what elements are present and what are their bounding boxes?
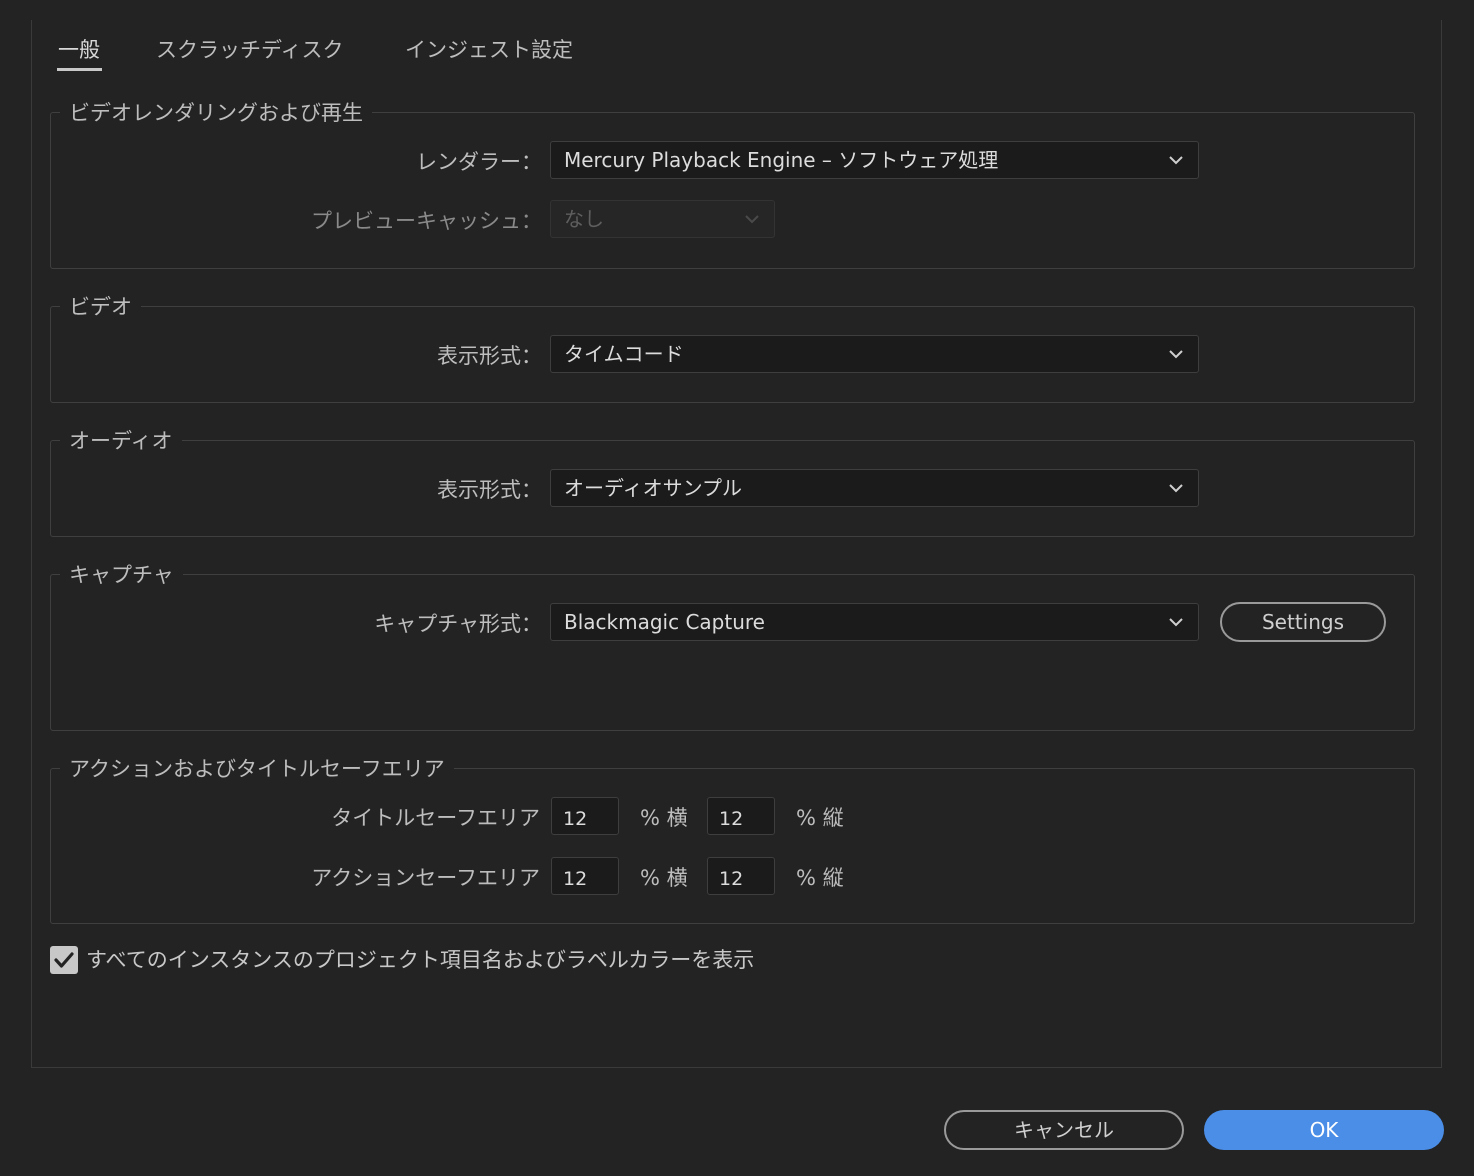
capture-format-select[interactable]: Blackmagic Capture xyxy=(550,603,1199,641)
preview-cache-label: プレビューキャッシュ： xyxy=(311,209,542,233)
rendering-group-title: ビデオレンダリングおよび再生 xyxy=(60,97,372,127)
renderer-label: レンダラー： xyxy=(416,150,542,174)
action-safe-horizontal-unit: % 横 xyxy=(640,866,688,890)
preview-cache-value: なし xyxy=(564,207,604,231)
audio-group-title: オーディオ xyxy=(60,425,182,455)
capture-format-value: Blackmagic Capture xyxy=(564,610,765,634)
chevron-down-icon xyxy=(1166,150,1186,170)
show-labels-checkbox-label[interactable]: すべてのインスタンスのプロジェクト項目名およびラベルカラーを表示 xyxy=(86,944,754,974)
tab-ingest-settings[interactable]: インジェスト設定 xyxy=(405,34,573,64)
chevron-down-icon xyxy=(1166,344,1186,364)
video-display-format-value: タイムコード xyxy=(564,342,684,366)
checkmark-icon xyxy=(54,952,74,968)
audio-display-format-label: 表示形式： xyxy=(437,478,542,502)
active-tab-indicator xyxy=(57,68,102,71)
video-display-format-select[interactable]: タイムコード xyxy=(550,335,1199,373)
action-safe-vertical-unit: % 縦 xyxy=(796,866,844,890)
ok-button[interactable]: OK xyxy=(1204,1110,1444,1150)
preview-cache-select: なし xyxy=(550,200,775,238)
chevron-down-icon xyxy=(742,209,762,229)
safe-area-group-title: アクションおよびタイトルセーフエリア xyxy=(60,753,454,783)
action-safe-vertical-input[interactable]: 12 xyxy=(707,857,775,895)
action-safe-label: アクションセーフエリア xyxy=(311,866,540,890)
renderer-select[interactable]: Mercury Playback Engine – ソフトウェア処理 xyxy=(550,141,1199,179)
capture-format-label: キャプチャ形式： xyxy=(374,612,542,636)
capture-settings-button[interactable]: Settings xyxy=(1220,602,1386,642)
audio-display-format-value: オーディオサンプル xyxy=(564,476,742,500)
capture-group-title: キャプチャ xyxy=(60,559,183,589)
tab-scratch-disks[interactable]: スクラッチディスク xyxy=(156,34,344,64)
title-safe-horizontal-unit: % 横 xyxy=(640,806,688,830)
audio-display-format-select[interactable]: オーディオサンプル xyxy=(550,469,1199,507)
video-display-format-label: 表示形式： xyxy=(437,344,542,368)
show-labels-checkbox[interactable] xyxy=(50,946,78,974)
cancel-button[interactable]: キャンセル xyxy=(944,1110,1184,1150)
safe-area-group xyxy=(50,768,1415,924)
title-safe-label: タイトルセーフエリア xyxy=(331,806,540,830)
rendering-group xyxy=(50,112,1415,269)
action-safe-horizontal-input[interactable]: 12 xyxy=(551,857,619,895)
chevron-down-icon xyxy=(1166,612,1186,632)
title-safe-horizontal-input[interactable]: 12 xyxy=(551,797,619,835)
chevron-down-icon xyxy=(1166,478,1186,498)
title-safe-vertical-unit: % 縦 xyxy=(796,806,844,830)
title-safe-vertical-input[interactable]: 12 xyxy=(707,797,775,835)
renderer-value: Mercury Playback Engine – ソフトウェア処理 xyxy=(564,148,999,172)
tab-general[interactable]: 一般 xyxy=(58,34,100,64)
video-group-title: ビデオ xyxy=(60,291,141,321)
capture-group xyxy=(50,574,1415,731)
